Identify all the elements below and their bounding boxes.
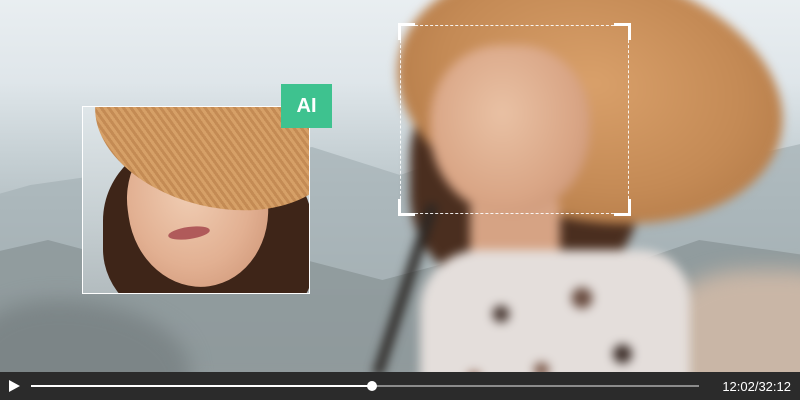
- corner-handle-bottom-left[interactable]: [398, 199, 415, 216]
- face-selection-box[interactable]: [398, 23, 631, 216]
- seek-bar[interactable]: [31, 381, 699, 391]
- seek-bar-progress: [31, 385, 372, 387]
- seek-bar-handle[interactable]: [366, 381, 377, 391]
- corner-handle-top-left[interactable]: [398, 23, 415, 40]
- ai-enhanced-preview: [82, 106, 310, 294]
- corner-handle-top-right[interactable]: [614, 23, 631, 40]
- ai-badge: AI: [281, 84, 332, 128]
- play-icon[interactable]: [9, 380, 20, 392]
- video-frame: AI: [0, 0, 800, 372]
- video-player-bar: 12:02/32:12: [0, 372, 800, 400]
- time-display: 12:02/32:12: [722, 379, 791, 394]
- subject-shirt: [420, 250, 690, 372]
- corner-handle-bottom-right[interactable]: [614, 199, 631, 216]
